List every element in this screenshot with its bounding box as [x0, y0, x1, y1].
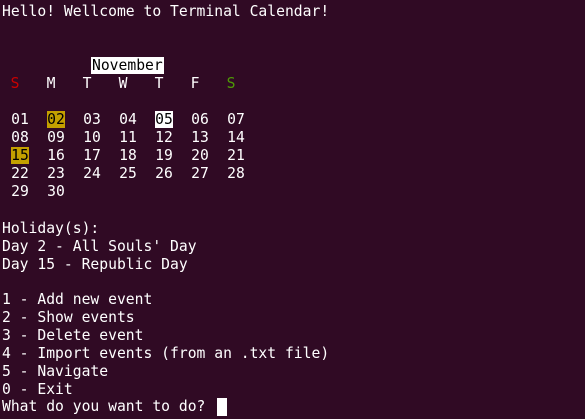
calendar-day: 14 — [227, 129, 245, 146]
calendar-day: 28 — [227, 165, 245, 182]
calendar-day: 04 — [119, 111, 137, 128]
calendar-day: 13 — [191, 129, 209, 146]
holiday-item: Day 15 - Republic Day — [2, 256, 188, 273]
calendar-day: 02 — [47, 111, 65, 128]
weekday-wednesday: W — [118, 75, 128, 92]
calendar-day: 17 — [83, 147, 101, 164]
calendar-day: 10 — [83, 129, 101, 146]
menu-option-import-events: 4 - Import events (from an .txt file) — [2, 345, 330, 362]
calendar-day: 22 — [11, 165, 29, 182]
calendar-day: 07 — [227, 111, 245, 128]
calendar-day: 29 — [11, 183, 29, 200]
calendar-day: 12 — [155, 129, 173, 146]
calendar-day: 20 — [191, 147, 209, 164]
weekday-tuesday: T — [82, 75, 92, 92]
menu-option-delete-event: 3 - Delete event — [2, 327, 144, 344]
calendar-day: 24 — [83, 165, 101, 182]
calendar-day: 30 — [47, 183, 65, 200]
holiday-item: Day 2 - All Souls' Day — [2, 238, 197, 255]
calendar-day: 21 — [227, 147, 245, 164]
calendar-day: 26 — [155, 165, 173, 182]
weekday-friday: F — [190, 75, 200, 92]
month-title: November — [91, 57, 164, 74]
calendar-day: 27 — [191, 165, 209, 182]
greeting-text: Hello! Wellcome to Terminal Calendar! — [2, 3, 330, 20]
menu-option-add-event: 1 - Add new event — [2, 291, 153, 308]
calendar-day: 05 — [155, 111, 173, 128]
calendar-day: 16 — [47, 147, 65, 164]
calendar-day: 25 — [119, 165, 137, 182]
calendar-day: 19 — [155, 147, 173, 164]
weekday-sunday: S — [10, 75, 20, 92]
text-cursor[interactable] — [217, 398, 227, 416]
calendar-day: 23 — [47, 165, 65, 182]
calendar-day: 18 — [119, 147, 137, 164]
holidays-header: Holiday(s): — [2, 220, 100, 237]
weekday-saturday: S — [226, 75, 236, 92]
calendar-day: 08 — [11, 129, 29, 146]
weekday-monday: M — [46, 75, 56, 92]
calendar-day: 01 — [11, 111, 29, 128]
calendar-day: 03 — [83, 111, 101, 128]
terminal-window[interactable]: Hello! Wellcome to Terminal Calendar! No… — [0, 0, 585, 419]
calendar-day: 11 — [119, 129, 137, 146]
weekday-thursday: T — [154, 75, 164, 92]
menu-option-exit: 0 - Exit — [2, 381, 73, 398]
menu-option-show-events: 2 - Show events — [2, 309, 135, 326]
calendar-day: 09 — [47, 129, 65, 146]
calendar-day: 06 — [191, 111, 209, 128]
command-prompt: What do you want to do? — [2, 398, 215, 415]
calendar-day: 15 — [11, 147, 29, 164]
menu-option-navigate: 5 - Navigate — [2, 363, 109, 380]
